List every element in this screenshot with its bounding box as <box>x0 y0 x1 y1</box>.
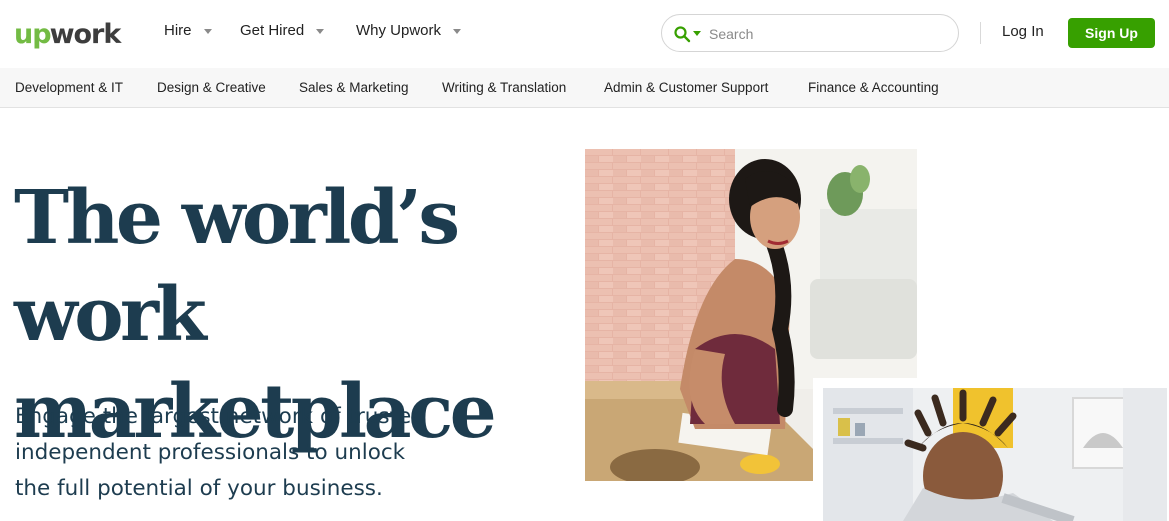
upwork-logo[interactable]: up work <box>14 14 122 54</box>
hero-subtitle-line2: independent professionals to unlock <box>15 440 406 465</box>
header-divider <box>980 22 981 44</box>
search-box[interactable] <box>661 14 959 52</box>
logo-up-text: up <box>14 18 52 50</box>
category-design-creative[interactable]: Design & Creative <box>157 80 266 95</box>
category-finance-accounting[interactable]: Finance & Accounting <box>808 80 939 95</box>
chevron-down-icon <box>203 29 212 34</box>
hero-headline-line1: The world’s work <box>14 175 460 358</box>
nav-why-upwork[interactable]: Why Upwork <box>356 22 462 39</box>
category-bar: Development & IT Design & Creative Sales… <box>0 68 1169 108</box>
category-writing-translation[interactable]: Writing & Translation <box>442 80 566 95</box>
hero-photo-man <box>813 378 1169 521</box>
search-icon[interactable] <box>673 25 691 43</box>
top-header: upwork Hire Get Hired Why Upwork Log In … <box>0 0 1169 68</box>
nav-hire-label: Hire <box>164 22 192 39</box>
category-admin-customer-support[interactable]: Admin & Customer Support <box>604 80 768 95</box>
signup-button[interactable]: Sign Up <box>1068 18 1155 48</box>
logo-work-text: work <box>49 18 122 50</box>
hero-subtitle-line3: the full potential of your business. <box>15 476 383 501</box>
category-development-it[interactable]: Development & IT <box>15 80 123 95</box>
nav-get-hired[interactable]: Get Hired <box>240 22 325 39</box>
login-link[interactable]: Log In <box>1002 23 1044 40</box>
search-type-dropdown-icon[interactable] <box>693 31 701 36</box>
hero-photo-man-frame <box>823 388 1167 521</box>
chevron-down-icon <box>453 29 462 34</box>
category-sales-marketing[interactable]: Sales & Marketing <box>299 80 409 95</box>
search-input[interactable] <box>707 22 951 46</box>
hero-subtitle: Engage the largest network of trusted in… <box>15 399 485 507</box>
hero-subtitle-line1: Engage the largest network of trusted <box>15 404 425 429</box>
nav-get-hired-label: Get Hired <box>240 22 305 39</box>
nav-hire[interactable]: Hire <box>164 22 212 39</box>
chevron-down-icon <box>316 29 325 34</box>
nav-why-upwork-label: Why Upwork <box>356 22 442 39</box>
